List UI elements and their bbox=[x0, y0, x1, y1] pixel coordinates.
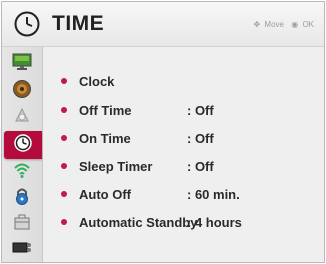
menu-item-on-time[interactable]: On Time : Off bbox=[61, 129, 214, 147]
menu-item-label: Clock bbox=[79, 73, 115, 89]
menu-item-label: Off Time bbox=[79, 102, 132, 118]
bullet-icon bbox=[61, 163, 67, 169]
menu-item-auto-off[interactable]: Auto Off : 60 min. bbox=[61, 185, 240, 203]
page-title: TIME bbox=[52, 12, 105, 35]
channel-icon bbox=[12, 106, 32, 131]
menu-item-value: : 60 min. bbox=[187, 186, 240, 202]
time-menu-window: TIME ✥ Move ◉ OK Clock Off Time: Off On… bbox=[1, 1, 325, 263]
menu-item-label: Automatic Standby bbox=[79, 214, 198, 230]
picture-icon bbox=[11, 53, 33, 76]
menu-content: Clock Off Time : Off On Time : Off Sleep… bbox=[43, 47, 324, 262]
hint-ok-label: OK bbox=[302, 20, 314, 29]
sidebar-item-lock[interactable] bbox=[8, 187, 36, 209]
bullet-icon bbox=[61, 135, 67, 141]
menu-item-value: : 4 hours bbox=[187, 214, 242, 230]
move-arrows-icon: ✥ bbox=[253, 20, 261, 29]
menu-item-clock[interactable]: Clock bbox=[61, 72, 187, 90]
input-icon bbox=[11, 239, 33, 260]
option-icon bbox=[12, 212, 32, 237]
menu-item-label: Sleep Timer bbox=[79, 158, 153, 174]
bullet-icon bbox=[61, 78, 67, 84]
bullet-icon bbox=[61, 219, 67, 225]
sidebar-item-network[interactable] bbox=[8, 161, 36, 183]
hint-move-label: Move bbox=[264, 20, 284, 29]
clock-icon bbox=[13, 133, 33, 158]
menu-item-label: Auto Off bbox=[79, 186, 131, 202]
ok-button-icon: ◉ bbox=[291, 20, 299, 29]
network-icon bbox=[12, 160, 32, 185]
menu-item-value: : Off bbox=[187, 130, 214, 146]
sidebar-item-input[interactable] bbox=[8, 238, 36, 260]
lock-icon bbox=[12, 186, 32, 211]
menu-item-sleep-timer[interactable]: Sleep Timer : Off bbox=[61, 157, 214, 175]
audio-icon bbox=[12, 79, 32, 104]
bullet-icon bbox=[61, 107, 67, 113]
sidebar-item-time[interactable] bbox=[4, 131, 42, 159]
menu-item-value: : Off bbox=[187, 102, 214, 118]
sidebar-item-audio[interactable] bbox=[8, 79, 36, 104]
bullet-icon bbox=[61, 191, 67, 197]
sidebar-item-channel[interactable] bbox=[8, 107, 36, 129]
menu-item-automatic-standby[interactable]: Automatic Standby : 4 hours bbox=[61, 213, 242, 231]
menu-item-label: On Time bbox=[79, 130, 131, 146]
menu-item-off-time[interactable]: Off Time : Off bbox=[61, 101, 214, 119]
menu-header: TIME ✥ Move ◉ OK bbox=[2, 2, 324, 47]
category-sidebar bbox=[2, 47, 43, 262]
sidebar-item-picture[interactable] bbox=[8, 53, 36, 75]
menu-item-value: : Off bbox=[187, 158, 214, 174]
navigation-hint: ✥ Move ◉ OK bbox=[251, 20, 314, 29]
sidebar-item-option[interactable] bbox=[8, 213, 36, 235]
clock-icon bbox=[14, 11, 40, 37]
